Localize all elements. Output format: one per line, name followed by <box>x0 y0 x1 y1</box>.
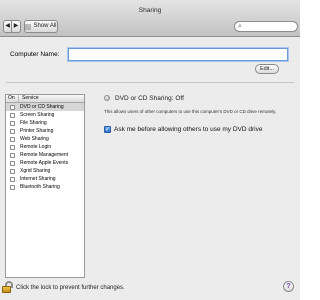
service-on-checkbox[interactable] <box>10 144 15 150</box>
grid-icon <box>25 23 32 30</box>
service-row[interactable]: File Sharing <box>6 119 84 127</box>
window-title: Sharing <box>138 7 162 14</box>
service-list: On Service DVD or CD Sharing Screen Shari… <box>5 94 85 278</box>
service-on-checkbox[interactable] <box>10 184 15 190</box>
computer-name-field[interactable] <box>68 48 288 61</box>
service-on-checkbox[interactable] <box>10 112 15 118</box>
sharing-window: Sharing ◀ ▶ Show All ⌕ Computer Name: Ed… <box>0 0 300 300</box>
service-name: Bluetooth Sharing <box>20 184 60 190</box>
lock-body <box>2 286 11 293</box>
status-indicator-icon <box>104 95 110 101</box>
service-name: Xgrid Sharing <box>20 168 51 174</box>
service-row[interactable]: Web Sharing <box>6 135 84 143</box>
service-row[interactable]: DVD or CD Sharing <box>6 103 84 111</box>
divider <box>6 82 294 83</box>
service-name: Web Sharing <box>20 136 49 142</box>
service-rows: DVD or CD Sharing Screen Sharing File Shar… <box>6 103 84 191</box>
help-button[interactable]: ? <box>283 281 294 292</box>
service-row[interactable]: Remote Login <box>6 143 84 151</box>
service-name: Screen Sharing <box>20 112 55 118</box>
service-name: Remote Login <box>20 144 52 150</box>
service-on-checkbox[interactable] <box>10 128 15 134</box>
titlebar: Sharing ◀ ▶ Show All ⌕ <box>0 0 300 37</box>
show-all-label: Show All <box>33 23 57 29</box>
magnifier-icon: ⌕ <box>238 23 242 30</box>
service-description: This allows users of other computers to … <box>104 109 277 114</box>
service-on-checkbox[interactable] <box>10 168 15 174</box>
search-input[interactable]: ⌕ <box>234 21 298 32</box>
service-row[interactable]: Remote Apple Events <box>6 159 84 167</box>
lock-icon[interactable] <box>2 281 13 293</box>
forward-button[interactable]: ▶ <box>12 20 21 33</box>
service-row[interactable]: Printer Sharing <box>6 127 84 135</box>
service-on-checkbox[interactable] <box>10 176 15 182</box>
service-on-checkbox[interactable] <box>10 104 15 110</box>
service-name: Remote Apple Events <box>20 160 69 166</box>
service-row[interactable]: Remote Management <box>6 151 84 159</box>
service-name: File Sharing <box>20 120 47 126</box>
column-header-service[interactable]: Service <box>19 95 39 102</box>
service-on-checkbox[interactable] <box>10 120 15 126</box>
computer-name-label: Computer Name: <box>10 51 60 58</box>
service-on-checkbox[interactable] <box>10 160 15 166</box>
service-status: DVD or CD Sharing: Off <box>115 95 184 102</box>
column-header-on[interactable]: On <box>6 95 19 102</box>
lock-text: Click the lock to prevent further change… <box>16 285 125 291</box>
list-header: On Service <box>6 95 84 103</box>
edit-button[interactable]: Edit... <box>255 64 279 74</box>
service-name: Remote Management <box>20 152 69 158</box>
service-on-checkbox[interactable] <box>10 136 15 142</box>
back-button[interactable]: ◀ <box>3 20 12 33</box>
service-on-checkbox[interactable] <box>10 152 15 158</box>
service-row[interactable]: Bluetooth Sharing <box>6 183 84 191</box>
ask-before-allowing-label[interactable]: Ask me before allowing others to use my … <box>114 126 262 133</box>
service-name: Internet Sharing <box>20 176 56 182</box>
service-name: Printer Sharing <box>20 128 54 134</box>
service-row[interactable]: Xgrid Sharing <box>6 167 84 175</box>
service-name: DVD or CD Sharing <box>20 104 64 110</box>
service-row[interactable]: Screen Sharing <box>6 111 84 119</box>
show-all-button[interactable]: Show All <box>24 20 58 33</box>
ask-before-allowing-checkbox[interactable]: ✓ <box>104 126 111 133</box>
service-row[interactable]: Internet Sharing <box>6 175 84 183</box>
